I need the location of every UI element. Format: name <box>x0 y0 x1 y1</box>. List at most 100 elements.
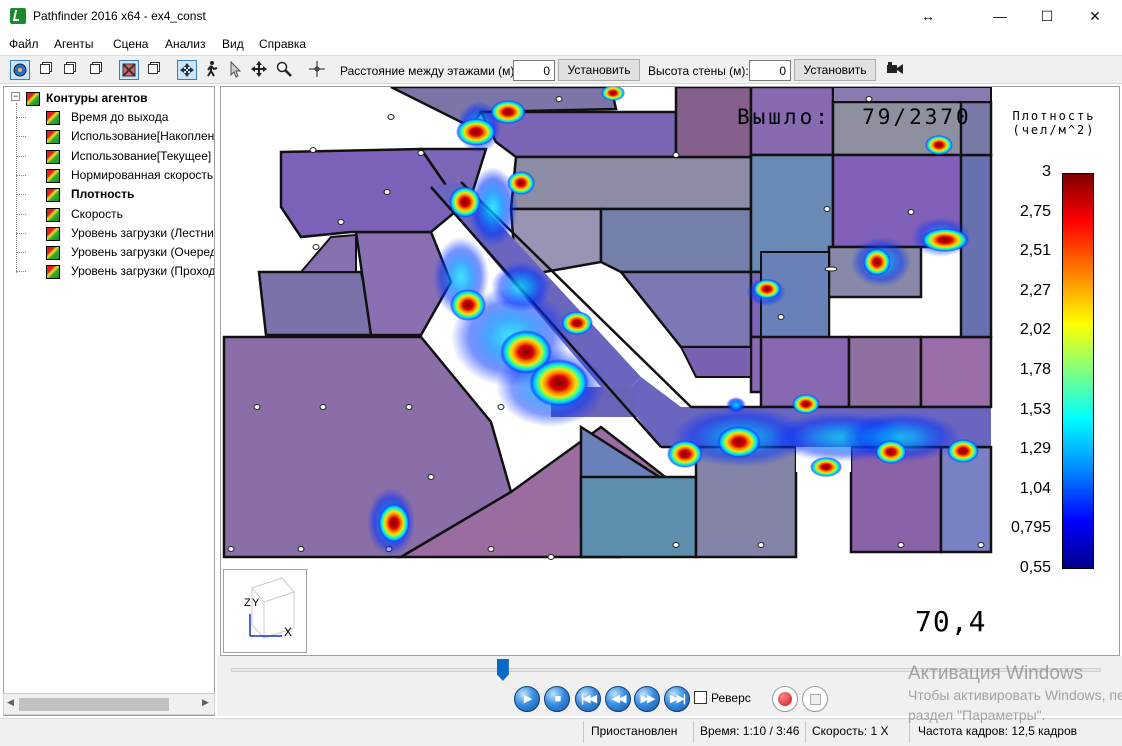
legend-tick-label: 0,795 <box>1010 519 1051 537</box>
play-button[interactable]: ▶ <box>514 686 540 712</box>
close-button[interactable]: ✕ <box>1075 5 1115 27</box>
view-icon[interactable] <box>10 60 30 80</box>
contour-swatch-icon <box>46 168 60 183</box>
minimize-button[interactable]: — <box>980 5 1020 27</box>
playback-time: Время: 1:10 / 3:46 <box>700 724 800 738</box>
menu-file[interactable]: Файл <box>9 37 39 51</box>
hide-walls-icon[interactable] <box>119 60 139 80</box>
floor-spacing-apply-button[interactable]: Установить <box>558 59 640 81</box>
watermark-line-1: Чтобы активировать Windows, перейдите в <box>908 687 1122 703</box>
contour-swatch-icon <box>46 207 60 222</box>
playback-state: Приостановлен <box>591 724 678 738</box>
orbit-icon[interactable] <box>177 60 197 80</box>
tree-item-label: Использование[Текущее] <box>71 148 212 163</box>
scroll-left-icon[interactable]: ◀ <box>7 697 14 708</box>
zoom-icon[interactable] <box>275 60 295 80</box>
collapse-icon[interactable]: − <box>11 92 20 101</box>
tree-item[interactable]: Использование[Текущее] <box>46 147 214 166</box>
tree-root[interactable]: Контуры агентов <box>26 89 214 108</box>
stop-icon: ■ <box>554 693 562 705</box>
contour-swatch-icon <box>46 149 60 164</box>
fast-forward-icon: ▶▶ <box>640 693 656 705</box>
tree-item[interactable]: Скорость <box>46 205 214 224</box>
tree-item-label: Уровень загрузки (Очереди) <box>71 245 215 260</box>
legend-tick-label: 1,78 <box>1019 361 1051 378</box>
menu-agents[interactable]: Агенты <box>54 37 94 51</box>
pan-icon[interactable] <box>250 60 270 80</box>
contour-swatch-icon <box>26 92 40 106</box>
density-colorbar <box>1062 173 1094 569</box>
3d-viewport[interactable]: Вышло: 79/2370 Плотность (чел/м^2) 3 2,75… <box>220 86 1120 656</box>
menu-scene[interactable]: Сцена <box>113 37 148 51</box>
floor-spacing-label: Расстояние между этажами (м): <box>340 64 518 78</box>
maximize-button[interactable]: ☐ <box>1027 5 1067 27</box>
scrollbar-thumb[interactable] <box>19 698 169 711</box>
axis-z-label: Z <box>244 597 251 609</box>
legend-title: Плотность (чел/м^2) <box>999 109 1109 137</box>
layers-icon[interactable] <box>60 60 80 80</box>
floor-plan-density-map <box>221 87 993 560</box>
record-button[interactable] <box>772 686 798 712</box>
frame-rate: Частота кадров: 12,5 кадров <box>918 724 1077 738</box>
contour-swatch-icon <box>46 226 60 241</box>
watermark-title: Активация Windows <box>908 663 1084 684</box>
walk-icon[interactable] <box>202 60 222 80</box>
legend-tick-label: 2,51 <box>1019 242 1051 260</box>
tree-item[interactable]: Уровень загрузки (Проходы) <box>46 262 214 281</box>
record-icon <box>778 692 792 706</box>
axis-orientation-widget[interactable]: Z Y X <box>223 569 307 653</box>
floor-spacing-input[interactable] <box>513 60 555 81</box>
contour-swatch-icon <box>46 188 60 203</box>
menu-analysis[interactable]: Анализ <box>165 37 206 51</box>
tree-item[interactable]: Использование[Накопленное] <box>46 127 214 146</box>
tree-item[interactable]: Уровень загрузки (Лестницы) <box>46 224 214 243</box>
axis-y-label: Y <box>252 597 260 609</box>
wall-height-apply-button[interactable]: Установить <box>794 59 876 81</box>
playback-speed: Скорость: 1 X <box>812 724 889 738</box>
contour-swatch-icon <box>46 246 60 261</box>
tree-item[interactable]: Время до выхода <box>46 108 214 127</box>
toolbar: Расстояние между этажами (м): Установить… <box>0 55 1122 84</box>
layers-icon[interactable] <box>36 60 56 80</box>
fast-forward-button[interactable]: ▶▶ <box>634 686 660 712</box>
legend-title-unit: (чел/м^2) <box>1012 123 1096 137</box>
menu-bar: Файл Агенты Сцена Анализ Вид Справка <box>0 33 1122 55</box>
fit-icon[interactable] <box>308 60 328 80</box>
reverse-checkbox[interactable] <box>694 691 707 704</box>
skip-to-start-button[interactable]: |◀◀ <box>575 686 601 712</box>
tree-item-label: Уровень загрузки (Проходы) <box>71 264 215 279</box>
tree-item[interactable]: Уровень загрузки (Очереди) <box>46 243 214 262</box>
stop-button[interactable]: ■ <box>544 686 570 712</box>
camera-icon[interactable] <box>885 60 905 80</box>
tree-horizontal-scrollbar[interactable]: ◀ ▶ <box>3 693 215 715</box>
tree-item-label: Использование[Накопленное] <box>71 129 215 144</box>
wall-height-input[interactable] <box>749 60 791 81</box>
tree-item-label: Уровень загрузки (Лестницы) <box>71 225 214 240</box>
watermark-line-2: раздел "Параметры". <box>908 707 1046 723</box>
contour-swatch-icon <box>46 111 60 125</box>
legend-tick-label: 2,75 <box>1019 202 1051 220</box>
menu-view[interactable]: Вид <box>222 37 244 51</box>
layers-icon[interactable] <box>144 60 164 80</box>
skip-end-icon: ▶▶| <box>670 693 686 705</box>
menu-help[interactable]: Справка <box>259 37 306 51</box>
legend-tick-label: 2,27 <box>1019 281 1051 299</box>
skip-to-end-button[interactable]: ▶▶| <box>664 686 690 712</box>
select-icon[interactable] <box>226 60 246 80</box>
windows-activation-watermark: Активация Windows Чтобы активировать Win… <box>908 663 1122 725</box>
tree-item-label: Плотность <box>71 187 135 202</box>
timeline-slider-thumb[interactable] <box>496 659 509 681</box>
resize-icon[interactable]: ↔ <box>908 5 948 27</box>
tree-item-label: Нормированная скорость <box>71 167 214 182</box>
pathfinder-app-icon <box>10 8 26 24</box>
stop-recording-button[interactable] <box>802 686 828 712</box>
axis-x-label: X <box>284 625 293 639</box>
tree-item-label: Время до выхода <box>71 110 169 124</box>
tree-item[interactable]: Плотность <box>46 185 214 204</box>
tree-item[interactable]: Нормированная скорость <box>46 166 214 185</box>
rewind-button[interactable]: ◀◀ <box>605 686 631 712</box>
scroll-right-icon[interactable]: ▶ <box>202 697 209 708</box>
skip-start-icon: |◀◀ <box>581 693 597 705</box>
layers-icon[interactable] <box>86 60 106 80</box>
window-title: Pathfinder 2016 x64 - ex4_const <box>33 9 206 23</box>
